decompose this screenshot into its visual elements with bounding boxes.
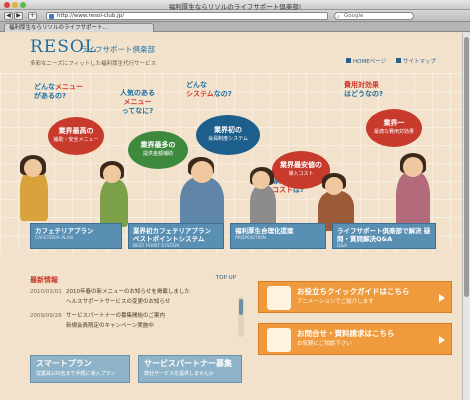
- tab-active[interactable]: 福利厚生ならリソルのライフサポート...: [4, 23, 154, 32]
- web-page: RESOL ライフサポート倶楽部 多彩なニーズにフィットした福利厚生代行サービス…: [0, 33, 470, 400]
- home-link[interactable]: HOMEページ: [346, 57, 386, 65]
- news-scroll-thumb[interactable]: [239, 299, 243, 315]
- man-green-head: [103, 165, 121, 183]
- bubble-most-popular: 業界最多の 提供金額補助: [128, 131, 188, 169]
- site-logo-subtitle: ライフサポート倶楽部: [80, 45, 155, 54]
- bubble-cost-performance: 業界一 最適な費用対効果: [366, 109, 422, 147]
- sitemap-link[interactable]: サイトマップ: [396, 57, 436, 65]
- woman-pink-figure: [396, 171, 430, 231]
- quick-guide-banner[interactable]: お役立ちクイックガイドはこちら アニメーションでご紹介します: [258, 281, 452, 313]
- question-cost-effect: 費用対効果 はどうなの?: [344, 81, 384, 98]
- site-tagline: 多彩なニーズにフィットした福利厚生代行サービス: [30, 61, 157, 67]
- woman-pink-head: [403, 157, 423, 177]
- man-gray-head: [252, 171, 270, 189]
- back-icon[interactable]: ◀: [4, 12, 13, 20]
- question-system: どんな システムなの?: [186, 81, 232, 98]
- page-scrollbar[interactable]: [462, 33, 470, 400]
- page-scroll-thumb[interactable]: [464, 37, 469, 297]
- question-popular: 人気のある メニュー ってなに?: [120, 89, 155, 115]
- contact-banner[interactable]: お問合せ・資料請求はこちら お気軽にご相談下さい: [258, 323, 452, 355]
- guide-character-icon: [267, 286, 291, 310]
- category-row: カフェテリアプラン CAFETERIA PLAN 業界初カフェテリアプラン ベスト…: [30, 223, 460, 251]
- question-menu: どんなメニュー があるの?: [34, 83, 83, 100]
- news-scrollbar[interactable]: [238, 297, 244, 337]
- browser-toolbar: ◀ ▶ + http://www.resol-club.jp/ ⌕ Google: [0, 10, 470, 22]
- man-blue-head: [191, 161, 213, 183]
- tab-bar: 福利厚生ならリソルのライフサポート...: [0, 22, 470, 32]
- category-best-point-system[interactable]: 業界初カフェテリアプラン ベストポイントシステム BEST POINT SYSTE…: [128, 223, 224, 249]
- add-bookmark-icon[interactable]: +: [28, 12, 37, 20]
- home-icon: [346, 58, 351, 63]
- search-input[interactable]: ⌕ Google: [334, 12, 414, 20]
- forward-icon[interactable]: ▶: [14, 12, 23, 20]
- search-icon: ⌕: [337, 14, 340, 20]
- man-green-figure: [100, 179, 128, 227]
- news-item[interactable]: 2009/09/26 サービスパートナーの募集開始のご案内: [30, 313, 230, 320]
- smart-plan-button[interactable]: スマートプラン 従業員100名まで手軽に導入プラン: [30, 355, 130, 383]
- man-brown-head: [325, 177, 343, 195]
- search-placeholder: Google: [344, 13, 364, 19]
- news-section: 最新情報 TOP UP 2010/03/01 2010年春の新メニューのお知らせを…: [30, 275, 244, 341]
- news-title: 最新情報: [30, 276, 58, 284]
- browser-window: 福利厚生ならリソルのライフサポート倶楽部! ◀ ▶ + http://www.r…: [0, 0, 470, 400]
- sitemap-link-label: サイトマップ: [403, 59, 437, 65]
- url-text: http://www.resol-club.jp/: [57, 13, 125, 19]
- title-bar: 福利厚生ならリソルのライフサポート倶楽部!: [0, 0, 470, 11]
- bubble-first-system: 業界初の 会員制度システム: [196, 115, 260, 155]
- address-bar[interactable]: http://www.resol-club.jp/: [46, 12, 328, 20]
- category-proposition[interactable]: 福利厚生合理化提案 PROPOSITION: [230, 223, 326, 249]
- news-top-link[interactable]: TOP UP: [216, 275, 236, 281]
- news-item[interactable]: ヘルスサポートサービスの変更のお知らせ: [30, 299, 230, 306]
- bubble-best-menu: 業界最高の 補助・安全メニュー: [48, 117, 104, 155]
- sitemap-icon: [396, 58, 401, 63]
- home-link-label: HOMEページ: [353, 59, 387, 65]
- category-faq[interactable]: ライフサポート倶楽部で解決 疑問・質問解決Q&A Q&A: [332, 223, 436, 249]
- site-header: RESOL ライフサポート倶楽部 多彩なニーズにフィットした福利厚生代行サービス…: [0, 33, 462, 73]
- service-partner-button[interactable]: サービスパートナー募集 弊社サービスを提供しませんか: [138, 355, 242, 383]
- site-favicon-icon: [49, 14, 54, 19]
- news-item[interactable]: 2010/03/01 2010年春の新メニューのお知らせを掲載しました: [30, 289, 230, 296]
- arrow-right-icon: [439, 294, 445, 302]
- news-item[interactable]: 新規会員限定のキャンペーン実施中: [30, 323, 230, 330]
- woman-head: [24, 159, 42, 177]
- category-cafeteria-plan[interactable]: カフェテリアプラン CAFETERIA PLAN: [30, 223, 122, 249]
- envelope-icon: [267, 328, 291, 352]
- arrow-right-icon: [439, 336, 445, 344]
